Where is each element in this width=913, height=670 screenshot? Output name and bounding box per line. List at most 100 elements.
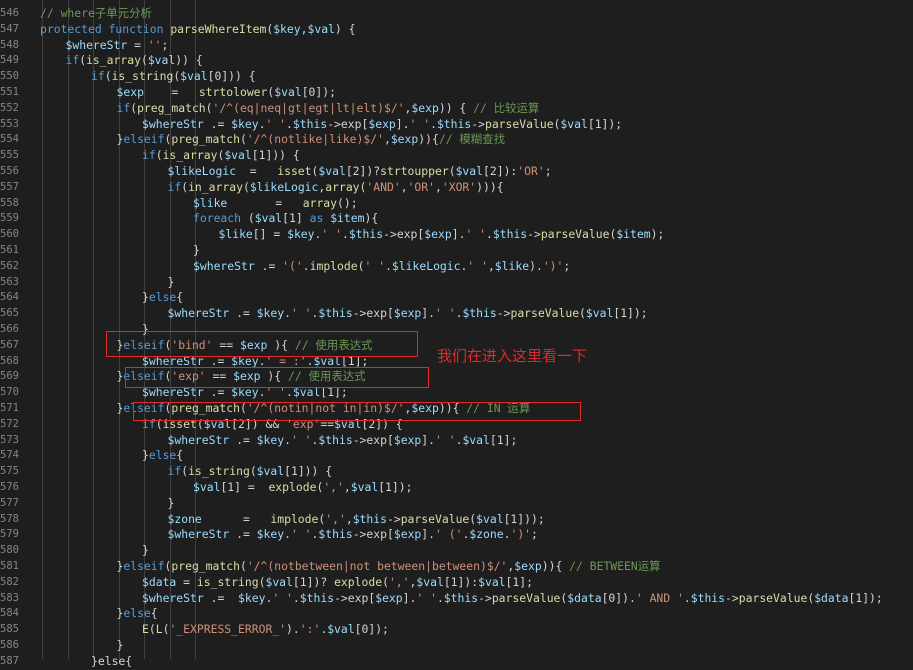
code-text[interactable]: // where子单元分析 xyxy=(40,6,152,22)
code-line[interactable]: 579 $whereStr .= $key.' '.$this->exp[$exp… xyxy=(0,527,913,543)
code-line[interactable]: 562 $whereStr .= '('.implode(' '.$likeLog… xyxy=(0,259,913,275)
code-text[interactable]: }else{ xyxy=(91,654,132,670)
line-number: 567 xyxy=(0,338,19,351)
code-line[interactable]: 587}else{ xyxy=(0,654,913,670)
code-token: ( xyxy=(242,179,250,194)
code-line[interactable]: 553 $whereStr .= $key.' '.$this->exp[$exp… xyxy=(0,117,913,133)
code-line[interactable]: 559 foreach ($val[1] as $item){ xyxy=(0,211,913,227)
code-line[interactable]: 552 if(preg_match('/^(eq|neq|gt|egt|lt|el… xyxy=(0,101,913,117)
code-line[interactable]: 557 if(in_array($likeLogic,array('AND','O… xyxy=(0,180,913,196)
code-text[interactable]: $whereStr .= $key.' '.$this->exp[$exp].'… xyxy=(168,527,538,543)
code-text[interactable]: } xyxy=(168,496,175,512)
code-line[interactable]: 577} xyxy=(0,496,913,512)
code-line[interactable]: 574}else{ xyxy=(0,448,913,464)
line-number: 569 xyxy=(0,370,19,383)
code-text[interactable]: }else{ xyxy=(142,448,183,464)
code-line[interactable]: 549 if(is_array($val)) { xyxy=(0,53,913,69)
code-line[interactable]: 578 $zone = implode(',',$this->parseValue… xyxy=(0,512,913,528)
code-line[interactable]: 555 if(is_array($val[1])) { xyxy=(0,148,913,164)
code-text[interactable]: }else{ xyxy=(117,606,158,622)
line-number: 575 xyxy=(0,465,19,478)
code-line[interactable]: 558 $like = array(); xyxy=(0,196,913,212)
code-token: parseWhereItem xyxy=(170,21,267,36)
code-token: { xyxy=(176,290,184,305)
code-token: implode xyxy=(309,258,358,273)
code-text[interactable]: $exp = strtolower($val[0]); xyxy=(117,85,336,101)
code-text[interactable]: if(is_string($val[0])) { xyxy=(91,69,256,85)
code-token: $whereStr xyxy=(193,258,255,273)
code-line[interactable]: 548 $whereStr = ''; xyxy=(0,38,913,54)
code-line[interactable]: 546 // where子单元分析 xyxy=(0,6,913,22)
code-text[interactable]: $whereStr .= '('.implode(' '.$likeLogic.… xyxy=(193,259,570,275)
code-line[interactable]: 564}else{ xyxy=(0,290,913,306)
code-token: } xyxy=(167,274,175,289)
code-text[interactable]: if(in_array($likeLogic,array('AND','OR',… xyxy=(168,180,504,196)
code-token: [1])) { xyxy=(284,464,333,479)
code-line[interactable]: 561} xyxy=(0,243,913,259)
code-text[interactable]: $val[1] = explode(',',$val[1]); xyxy=(193,480,413,496)
code-token: ( xyxy=(382,574,389,589)
code-line[interactable]: 556 $likeLogic = isset($val[2])?strtouppe… xyxy=(0,164,913,180)
code-line[interactable]: 582 $data = is_string($val[1])? explode('… xyxy=(0,575,913,591)
code-token: parseValue xyxy=(491,590,561,605)
code-text[interactable]: $likeLogic = isset($val[2])?strtoupper($… xyxy=(168,164,552,180)
code-line[interactable]: 583 $whereStr .= $key.' '.$this->exp[$exp… xyxy=(0,591,913,607)
code-token: } xyxy=(193,243,200,257)
code-text[interactable]: $like[] = $key.' '.$this->exp[$exp].' '.… xyxy=(219,227,665,243)
code-text[interactable]: if(is_string($val[1])) { xyxy=(168,464,333,480)
code-line[interactable]: 573 $whereStr .= $key.' '.$this->exp[$exp… xyxy=(0,433,913,449)
code-text[interactable]: } xyxy=(142,543,149,559)
code-token: 'OR' xyxy=(407,179,435,194)
code-text[interactable]: $whereStr .= $key.' '.$this->exp[$exp].'… xyxy=(168,433,518,449)
code-token: ( xyxy=(241,211,255,226)
code-line[interactable]: 580} xyxy=(0,543,913,559)
code-text[interactable]: if(is_array($val[1])) { xyxy=(142,148,300,164)
code-text[interactable]: $data = is_string($val[1])? explode(',',… xyxy=(142,575,533,591)
code-token: ->exp[ xyxy=(352,432,394,447)
code-line[interactable]: 581}elseif(preg_match('/^(notbetween|not… xyxy=(0,559,913,575)
code-text[interactable]: } xyxy=(193,243,200,259)
code-line[interactable]: 560 $like[] = $key.' '.$this->exp[$exp].'… xyxy=(0,227,913,243)
code-token: $likeLogic xyxy=(391,258,461,273)
code-text[interactable]: E(L('_EXPRESS_ERROR_').':'.$val[0]); xyxy=(142,622,389,638)
code-line[interactable]: 575 if(is_string($val[1])) { xyxy=(0,464,913,480)
code-token: 'OR' xyxy=(517,164,545,178)
code-token: $whereStr xyxy=(142,590,204,605)
code-line[interactable]: 585 E(L('_EXPRESS_ERROR_').':'.$val[0]); xyxy=(0,622,913,638)
code-token: '/^(notlike|like)$/' xyxy=(246,132,384,147)
code-text[interactable]: $whereStr = ''; xyxy=(66,38,169,54)
code-line[interactable]: 563} xyxy=(0,275,913,291)
code-text[interactable]: if(is_array($val)) { xyxy=(66,53,203,69)
code-line[interactable]: 584}else{ xyxy=(0,606,913,622)
code-token: $val xyxy=(254,211,283,226)
code-text[interactable]: }else{ xyxy=(142,290,183,306)
code-text[interactable]: $whereStr .= $key.' '.$this->exp[$exp].'… xyxy=(142,117,622,133)
code-token: $key xyxy=(273,21,301,36)
code-text[interactable]: $zone = implode(',',$this->parseValue($v… xyxy=(168,512,545,528)
code-line[interactable]: 551 $exp = strtolower($val[0]); xyxy=(0,85,913,101)
line-number: 547 xyxy=(0,22,19,35)
code-text[interactable]: } xyxy=(168,275,175,291)
code-line[interactable]: 550 if(is_string($val[0])) { xyxy=(0,69,913,85)
code-line[interactable]: 586} xyxy=(0,638,913,654)
code-text[interactable]: $whereStr .= $key.' '.$this->exp[$exp].'… xyxy=(168,306,648,322)
code-text[interactable]: $like = array(); xyxy=(193,196,358,212)
code-text[interactable]: protected function parseWhereItem($key,$… xyxy=(40,22,356,38)
code-text[interactable]: foreach ($val[1] as $item){ xyxy=(193,211,378,227)
code-token: ' ' xyxy=(364,258,386,273)
code-text[interactable]: }elseif(preg_match('/^(notlike|like)$/',… xyxy=(117,132,505,148)
code-token: = xyxy=(176,574,197,589)
line-number: 550 xyxy=(0,70,19,83)
code-line[interactable]: 554}elseif(preg_match('/^(notlike|like)$… xyxy=(0,132,913,148)
code-text[interactable]: if(preg_match('/^(eq|neq|gt|egt|lt|elt)$… xyxy=(117,101,540,117)
code-text[interactable]: }elseif(preg_match('/^(notbetween|not be… xyxy=(117,559,661,575)
code-line[interactable]: 576 $val[1] = explode(',',$val[1]); xyxy=(0,480,913,496)
code-line[interactable]: 565 $whereStr .= $key.' '.$this->exp[$exp… xyxy=(0,306,913,322)
code-text[interactable]: $whereStr .= $key.' '.$this->exp[$exp].'… xyxy=(142,591,883,607)
code-token: ( xyxy=(448,164,456,178)
code-line[interactable]: 547 protected function parseWhereItem($ke… xyxy=(0,22,913,38)
code-editor[interactable]: 546 // where子单元分析 547 protected function pa… xyxy=(0,0,913,668)
code-text[interactable]: } xyxy=(117,638,124,654)
code-token: ( xyxy=(140,53,148,68)
line-number: 577 xyxy=(0,496,19,509)
